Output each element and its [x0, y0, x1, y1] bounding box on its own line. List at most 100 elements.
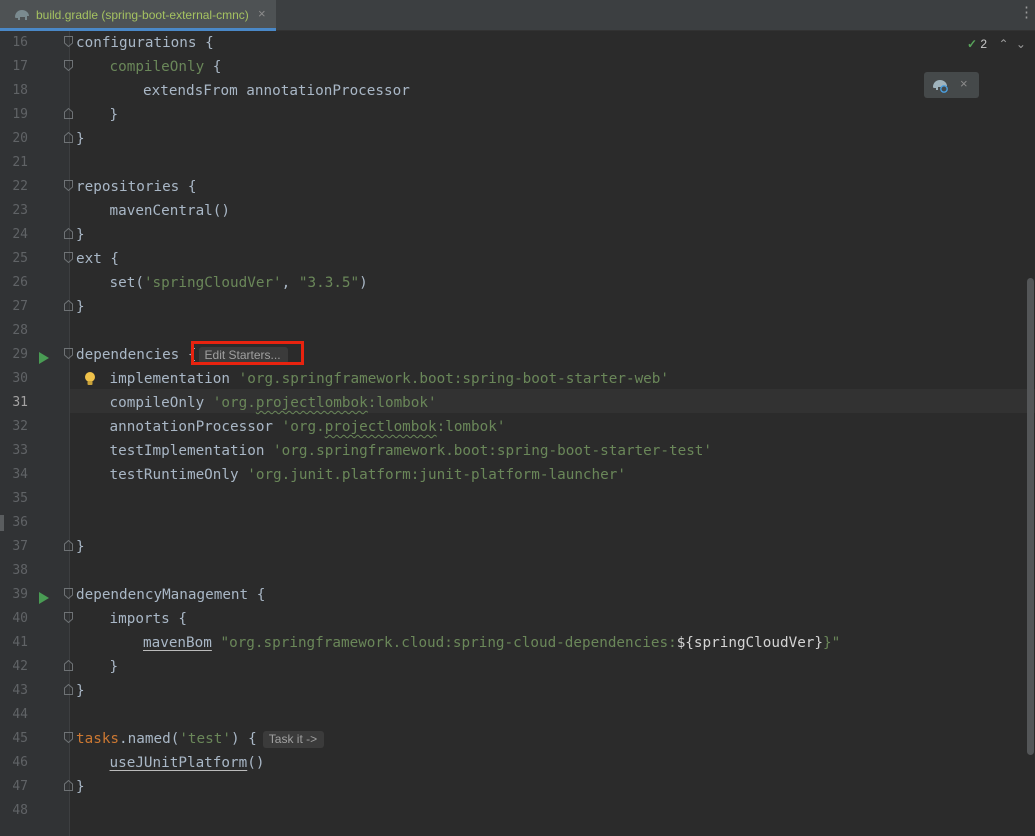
code-token: dependencyManagement { — [76, 587, 266, 603]
code-line[interactable]: 16 configurations { — [0, 31, 1035, 55]
code-line[interactable]: 44 — [0, 703, 1035, 727]
code-line[interactable]: 20} — [0, 127, 1035, 151]
line-number: 43 — [12, 683, 28, 698]
fold-expand-icon[interactable] — [64, 60, 73, 71]
line-number: 42 — [12, 659, 28, 674]
code-line[interactable]: 35 — [0, 487, 1035, 511]
code-line[interactable]: 21 — [0, 151, 1035, 175]
code-line[interactable]: 27} — [0, 295, 1035, 319]
code-token: dependencies { — [76, 347, 197, 363]
code-line[interactable]: 36 — [0, 511, 1035, 535]
code-token: ext { — [76, 251, 120, 267]
code-token: } — [76, 539, 85, 555]
tab-build-gradle[interactable]: build.gradle (spring-boot-external-cmnc)… — [0, 0, 276, 31]
code-text: } — [110, 657, 119, 677]
code-line[interactable]: 42} — [0, 655, 1035, 679]
fold-expand-icon[interactable] — [64, 612, 73, 623]
code-line[interactable]: 46 useJUnitPlatform() — [0, 751, 1035, 775]
line-number: 26 — [12, 275, 28, 290]
gradle-reload-icon[interactable] — [931, 77, 949, 93]
line-number: 36 — [12, 515, 28, 530]
fold-expand-icon[interactable] — [64, 732, 73, 743]
popup-close-icon[interactable]: × — [960, 76, 968, 91]
fold-expand-icon[interactable] — [64, 36, 73, 47]
code-token: } — [76, 779, 85, 795]
code-line[interactable]: 25 ext { — [0, 247, 1035, 271]
tab-close-icon[interactable]: × — [258, 6, 266, 21]
code-line[interactable]: 47} — [0, 775, 1035, 799]
code-line[interactable]: 48 — [0, 799, 1035, 823]
code-token: .named( — [119, 731, 180, 747]
gradle-elephant-icon — [15, 10, 29, 20]
line-number: 39 — [12, 587, 28, 602]
line-number: 47 — [12, 779, 28, 794]
code-line[interactable]: 41 mavenBom "org.springframework.cloud:sp… — [0, 631, 1035, 655]
tab-options-menu-icon[interactable]: ⋮ — [1019, 5, 1034, 21]
line-number: 46 — [12, 755, 28, 770]
code-text: annotationProcessor 'org.projectlombok:l… — [110, 417, 506, 437]
line-number: 25 — [12, 251, 28, 266]
task-it-hint: Task it -> — [262, 731, 325, 748]
code-text: } — [76, 681, 85, 701]
fold-expand-icon[interactable] — [64, 252, 73, 263]
code-line[interactable]: 28 — [0, 319, 1035, 343]
editor-tab-bar: build.gradle (spring-boot-external-cmnc)… — [0, 0, 1035, 31]
line-number: 17 — [12, 59, 28, 74]
line-number: 21 — [12, 155, 28, 170]
line-number: 41 — [12, 635, 28, 650]
fold-end-icon[interactable] — [64, 300, 73, 311]
line-number: 31 — [12, 395, 28, 410]
code-token: compileOnly — [109, 59, 205, 75]
code-line[interactable]: 24} — [0, 223, 1035, 247]
code-token: ) — [359, 275, 368, 291]
fold-expand-icon[interactable] — [64, 348, 73, 359]
fold-expand-icon[interactable] — [64, 180, 73, 191]
fold-end-icon[interactable] — [64, 660, 73, 671]
code-token: } — [109, 107, 119, 123]
code-line[interactable]: 32 annotationProcessor 'org.projectlombok… — [0, 415, 1035, 439]
lightbulb-intention-icon[interactable] — [84, 371, 96, 387]
code-line[interactable]: 22 repositories { — [0, 175, 1035, 199]
fold-expand-icon[interactable] — [64, 588, 73, 599]
run-gutter-icon[interactable] — [39, 589, 49, 604]
code-token: projectlombok — [324, 419, 437, 435]
code-line[interactable]: 37} — [0, 535, 1035, 559]
fold-end-icon[interactable] — [64, 132, 73, 143]
code-line[interactable]: 23 mavenCentral() — [0, 199, 1035, 223]
fold-end-icon[interactable] — [64, 684, 73, 695]
line-number: 32 — [12, 419, 28, 434]
code-line[interactable]: 29 dependencies {Edit Starters... — [0, 343, 1035, 367]
code-line[interactable]: 39 dependencyManagement { — [0, 583, 1035, 607]
code-token: } — [76, 227, 85, 243]
code-line[interactable]: 34 testRuntimeOnly 'org.junit.platform:ju… — [0, 463, 1035, 487]
code-line[interactable]: 26 set('springCloudVer', "3.3.5") — [0, 271, 1035, 295]
code-line[interactable]: 19} — [0, 103, 1035, 127]
fold-end-icon[interactable] — [64, 108, 73, 119]
code-line[interactable]: 40 imports { — [0, 607, 1035, 631]
code-token: testImplementation — [109, 443, 274, 459]
inspection-widget[interactable]: ✓ 2 ⌃ ⌄ — [967, 37, 1026, 51]
code-line[interactable]: 45 tasks.named('test') {Task it -> — [0, 727, 1035, 751]
chevron-up-icon[interactable]: ⌃ — [998, 37, 1008, 51]
edit-starters-highlight-box — [191, 341, 304, 365]
line-number: 27 — [12, 299, 28, 314]
scrollbar-thumb[interactable] — [1027, 278, 1034, 755]
code-line[interactable]: 31 compileOnly 'org.projectlombok:lombok' — [0, 391, 1035, 415]
code-line[interactable]: 17 compileOnly { — [0, 55, 1035, 79]
line-number: 19 — [12, 107, 28, 122]
fold-end-icon[interactable] — [64, 540, 73, 551]
code-line[interactable]: 18 extendsFrom annotationProcessor — [0, 79, 1035, 103]
code-line[interactable]: 30 implementation 'org.springframework.bo… — [0, 367, 1035, 391]
line-number: 40 — [12, 611, 28, 626]
fold-end-icon[interactable] — [64, 228, 73, 239]
code-line[interactable]: 33 testImplementation 'org.springframewor… — [0, 439, 1035, 463]
code-text: testImplementation 'org.springframework.… — [110, 441, 713, 461]
run-gutter-icon[interactable] — [39, 349, 49, 364]
code-text: } — [76, 297, 85, 317]
code-line[interactable]: 38 — [0, 559, 1035, 583]
fold-end-icon[interactable] — [64, 780, 73, 791]
line-number: 18 — [12, 83, 28, 98]
code-token: compileOnly — [109, 395, 213, 411]
code-line[interactable]: 43} — [0, 679, 1035, 703]
code-text: compileOnly { — [110, 57, 222, 77]
